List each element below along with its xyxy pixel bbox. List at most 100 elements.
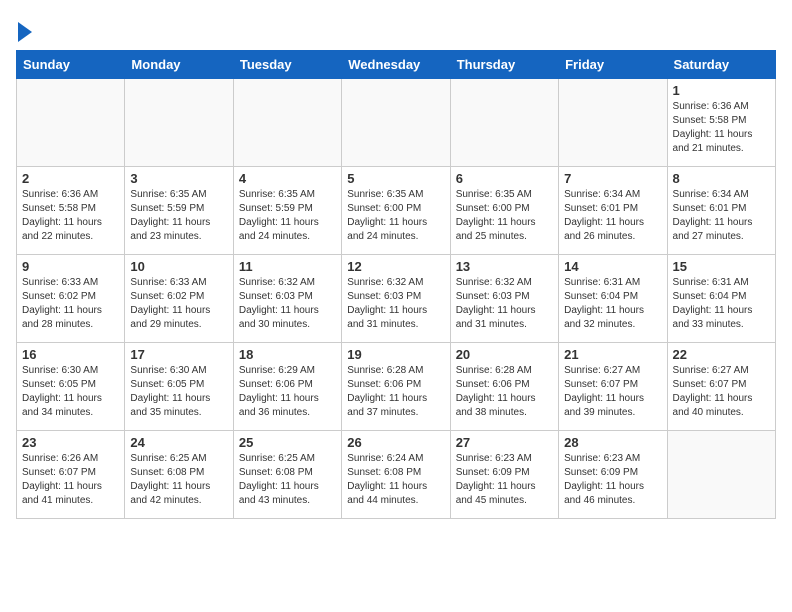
calendar-cell: 13 Sunrise: 6:32 AM Sunset: 6:03 PM Dayli… (450, 255, 558, 343)
calendar-cell: 14 Sunrise: 6:31 AM Sunset: 6:04 PM Dayli… (559, 255, 667, 343)
day-info: Sunrise: 6:31 AM Sunset: 6:04 PM Dayligh… (564, 276, 661, 332)
day-number: 9 (22, 259, 119, 274)
calendar-cell: 16 Sunrise: 6:30 AM Sunset: 6:05 PM Dayli… (17, 343, 125, 431)
day-info: Sunrise: 6:33 AM Sunset: 6:02 PM Dayligh… (22, 276, 119, 332)
calendar-cell: 9 Sunrise: 6:33 AM Sunset: 6:02 PM Daylig… (17, 255, 125, 343)
calendar-cell: 20 Sunrise: 6:28 AM Sunset: 6:06 PM Dayli… (450, 343, 558, 431)
day-info: Sunrise: 6:28 AM Sunset: 6:06 PM Dayligh… (456, 364, 553, 420)
calendar-cell: 22 Sunrise: 6:27 AM Sunset: 6:07 PM Dayli… (667, 343, 775, 431)
day-number: 20 (456, 347, 553, 362)
day-number: 13 (456, 259, 553, 274)
day-info: Sunrise: 6:35 AM Sunset: 5:59 PM Dayligh… (239, 188, 336, 244)
day-number: 18 (239, 347, 336, 362)
calendar-week-row: 23Sunrise: 6:26 AM Sunset: 6:07 PM Dayli… (17, 431, 776, 519)
day-number: 16 (22, 347, 119, 362)
calendar-week-row: 2 Sunrise: 6:36 AM Sunset: 5:58 PM Daylig… (17, 167, 776, 255)
day-number: 22 (673, 347, 770, 362)
logo (16, 20, 32, 42)
weekday-header-cell: Friday (559, 51, 667, 79)
day-info: Sunrise: 6:34 AM Sunset: 6:01 PM Dayligh… (673, 188, 770, 244)
day-info: Sunrise: 6:36 AM Sunset: 5:58 PM Dayligh… (673, 100, 770, 156)
page-header (16, 16, 776, 42)
calendar-cell: 4 Sunrise: 6:35 AM Sunset: 5:59 PM Daylig… (233, 167, 341, 255)
weekday-header-row: SundayMondayTuesdayWednesdayThursdayFrid… (17, 51, 776, 79)
day-number: 10 (130, 259, 227, 274)
day-info: Sunrise: 6:35 AM Sunset: 6:00 PM Dayligh… (456, 188, 553, 244)
calendar-cell: 17 Sunrise: 6:30 AM Sunset: 6:05 PM Dayli… (125, 343, 233, 431)
calendar-cell: 24 Sunrise: 6:25 AM Sunset: 6:08 PM Dayli… (125, 431, 233, 519)
calendar-cell: 25 Sunrise: 6:25 AM Sunset: 6:08 PM Dayli… (233, 431, 341, 519)
calendar-cell: 10 Sunrise: 6:33 AM Sunset: 6:02 PM Dayli… (125, 255, 233, 343)
day-info: Sunrise: 6:25 AM Sunset: 6:08 PM Dayligh… (239, 452, 336, 508)
calendar-cell: 21 Sunrise: 6:27 AM Sunset: 6:07 PM Dayli… (559, 343, 667, 431)
day-number: 24 (130, 435, 227, 450)
calendar-cell: 3Sunrise: 6:35 AM Sunset: 5:59 PM Daylig… (125, 167, 233, 255)
day-info: Sunrise: 6:32 AM Sunset: 6:03 PM Dayligh… (456, 276, 553, 332)
weekday-header-cell: Saturday (667, 51, 775, 79)
day-number: 12 (347, 259, 444, 274)
calendar-cell: 23Sunrise: 6:26 AM Sunset: 6:07 PM Dayli… (17, 431, 125, 519)
weekday-header-cell: Tuesday (233, 51, 341, 79)
calendar-cell: 5 Sunrise: 6:35 AM Sunset: 6:00 PM Daylig… (342, 167, 450, 255)
calendar-cell: 11 Sunrise: 6:32 AM Sunset: 6:03 PM Dayli… (233, 255, 341, 343)
day-number: 25 (239, 435, 336, 450)
calendar-cell: 6 Sunrise: 6:35 AM Sunset: 6:00 PM Daylig… (450, 167, 558, 255)
day-info: Sunrise: 6:28 AM Sunset: 6:06 PM Dayligh… (347, 364, 444, 420)
day-number: 14 (564, 259, 661, 274)
day-number: 6 (456, 171, 553, 186)
calendar-cell: 7Sunrise: 6:34 AM Sunset: 6:01 PM Daylig… (559, 167, 667, 255)
calendar-cell (17, 79, 125, 167)
day-info: Sunrise: 6:27 AM Sunset: 6:07 PM Dayligh… (673, 364, 770, 420)
calendar-cell: 28Sunrise: 6:23 AM Sunset: 6:09 PM Dayli… (559, 431, 667, 519)
day-info: Sunrise: 6:25 AM Sunset: 6:08 PM Dayligh… (130, 452, 227, 508)
day-number: 5 (347, 171, 444, 186)
day-info: Sunrise: 6:24 AM Sunset: 6:08 PM Dayligh… (347, 452, 444, 508)
calendar-cell (667, 431, 775, 519)
calendar-cell: 26Sunrise: 6:24 AM Sunset: 6:08 PM Dayli… (342, 431, 450, 519)
day-info: Sunrise: 6:36 AM Sunset: 5:58 PM Dayligh… (22, 188, 119, 244)
day-info: Sunrise: 6:26 AM Sunset: 6:07 PM Dayligh… (22, 452, 119, 508)
calendar-cell: 18 Sunrise: 6:29 AM Sunset: 6:06 PM Dayli… (233, 343, 341, 431)
calendar-week-row: 9 Sunrise: 6:33 AM Sunset: 6:02 PM Daylig… (17, 255, 776, 343)
day-number: 8 (673, 171, 770, 186)
day-number: 11 (239, 259, 336, 274)
calendar-cell: 12 Sunrise: 6:32 AM Sunset: 6:03 PM Dayli… (342, 255, 450, 343)
day-info: Sunrise: 6:30 AM Sunset: 6:05 PM Dayligh… (130, 364, 227, 420)
day-info: Sunrise: 6:33 AM Sunset: 6:02 PM Dayligh… (130, 276, 227, 332)
logo-arrow-icon (18, 22, 32, 42)
calendar-cell: 8 Sunrise: 6:34 AM Sunset: 6:01 PM Daylig… (667, 167, 775, 255)
day-number: 2 (22, 171, 119, 186)
day-info: Sunrise: 6:34 AM Sunset: 6:01 PM Dayligh… (564, 188, 661, 244)
day-number: 21 (564, 347, 661, 362)
calendar-body: 1 Sunrise: 6:36 AM Sunset: 5:58 PM Daylig… (17, 79, 776, 519)
calendar-table: SundayMondayTuesdayWednesdayThursdayFrid… (16, 50, 776, 519)
calendar-cell (559, 79, 667, 167)
day-info: Sunrise: 6:23 AM Sunset: 6:09 PM Dayligh… (564, 452, 661, 508)
day-info: Sunrise: 6:23 AM Sunset: 6:09 PM Dayligh… (456, 452, 553, 508)
day-info: Sunrise: 6:32 AM Sunset: 6:03 PM Dayligh… (239, 276, 336, 332)
calendar-cell: 19 Sunrise: 6:28 AM Sunset: 6:06 PM Dayli… (342, 343, 450, 431)
day-number: 4 (239, 171, 336, 186)
day-number: 17 (130, 347, 227, 362)
calendar-cell: 27Sunrise: 6:23 AM Sunset: 6:09 PM Dayli… (450, 431, 558, 519)
calendar-cell: 1 Sunrise: 6:36 AM Sunset: 5:58 PM Daylig… (667, 79, 775, 167)
calendar-cell: 15Sunrise: 6:31 AM Sunset: 6:04 PM Dayli… (667, 255, 775, 343)
calendar-week-row: 1 Sunrise: 6:36 AM Sunset: 5:58 PM Daylig… (17, 79, 776, 167)
calendar-cell (233, 79, 341, 167)
day-info: Sunrise: 6:27 AM Sunset: 6:07 PM Dayligh… (564, 364, 661, 420)
weekday-header-cell: Thursday (450, 51, 558, 79)
day-number: 19 (347, 347, 444, 362)
weekday-header-cell: Sunday (17, 51, 125, 79)
day-number: 3 (130, 171, 227, 186)
day-info: Sunrise: 6:32 AM Sunset: 6:03 PM Dayligh… (347, 276, 444, 332)
calendar-cell (450, 79, 558, 167)
calendar-week-row: 16 Sunrise: 6:30 AM Sunset: 6:05 PM Dayli… (17, 343, 776, 431)
day-info: Sunrise: 6:29 AM Sunset: 6:06 PM Dayligh… (239, 364, 336, 420)
calendar-cell: 2 Sunrise: 6:36 AM Sunset: 5:58 PM Daylig… (17, 167, 125, 255)
calendar-cell (342, 79, 450, 167)
day-info: Sunrise: 6:30 AM Sunset: 6:05 PM Dayligh… (22, 364, 119, 420)
day-number: 1 (673, 83, 770, 98)
day-number: 15 (673, 259, 770, 274)
day-info: Sunrise: 6:35 AM Sunset: 6:00 PM Dayligh… (347, 188, 444, 244)
weekday-header-cell: Monday (125, 51, 233, 79)
